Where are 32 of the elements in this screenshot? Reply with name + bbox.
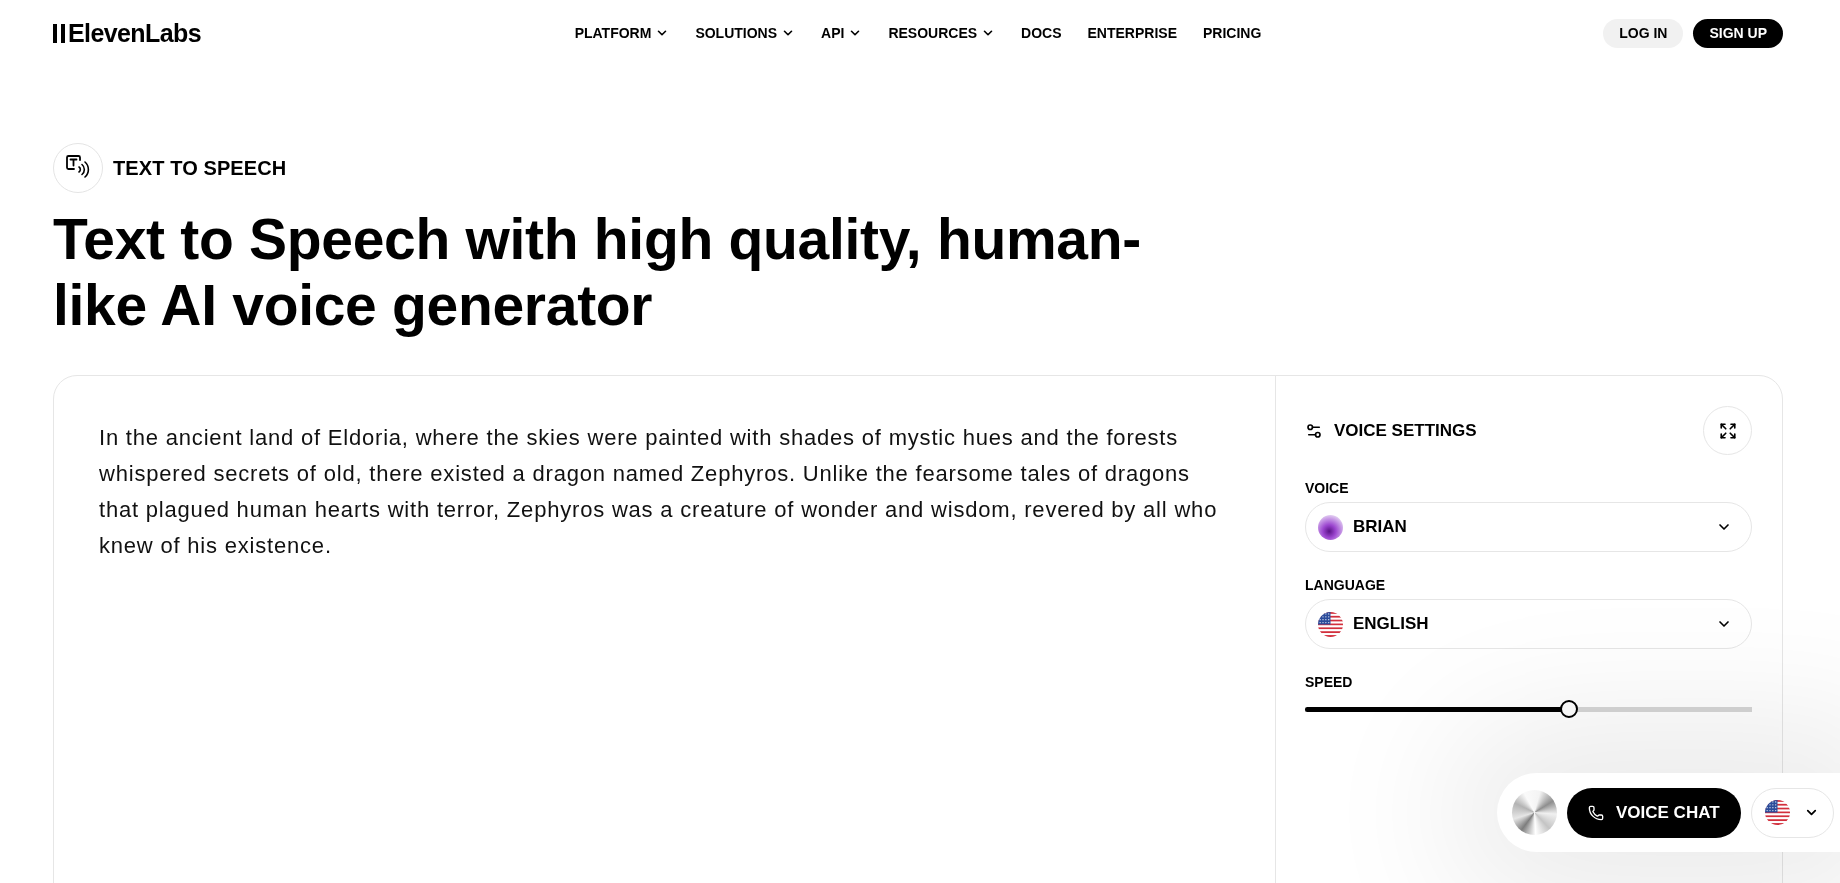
section-label: TEXT TO SPEECH <box>113 156 287 180</box>
nav-link[interactable]: PRICING <box>1203 25 1262 41</box>
nav-link[interactable]: PLATFORM <box>574 25 670 41</box>
text-input[interactable]: In the ancient land of Eldoria, where the skies were painted with shades of mystic hues and the forests whispered secrets of old, there existed a dragon named Zephyros. Unlike the fearsome tales of dragons that plagued human hearts with terror, Zephyros was a creature of wonder and wisdom, revered by all who knew of his existence. <box>99 420 1233 564</box>
field-label: LANGUAGE <box>1305 577 1386 593</box>
expand-button[interactable] <box>1703 406 1752 455</box>
voice-avatar-icon <box>1318 514 1343 540</box>
expand-icon <box>1718 421 1737 440</box>
voice-chat-button[interactable]: VOICE CHAT <box>1567 787 1741 838</box>
logo-mark-icon <box>53 23 66 43</box>
field-label: SPEED <box>1305 674 1353 690</box>
panel-title: VOICE SETTINGS <box>1334 420 1477 441</box>
sign-up-button[interactable]: SIGN UP <box>1693 18 1783 48</box>
slider-thumb[interactable] <box>1559 700 1578 718</box>
voice-select[interactable]: BRIAN <box>1305 502 1752 552</box>
us-flag-icon <box>1318 611 1343 637</box>
nav-link[interactable]: RESOURCES <box>888 25 996 41</box>
nav-link[interactable]: API <box>821 25 863 41</box>
settings-icon <box>1305 421 1323 440</box>
nav-link[interactable]: DOCS <box>1021 25 1062 41</box>
language-button[interactable] <box>1750 787 1834 838</box>
field-label: VOICE <box>1305 480 1349 496</box>
logo[interactable]: ElevenLabs <box>53 18 201 48</box>
page-title: Text to Speech with high quality, human-like AI voice generator <box>53 206 1142 338</box>
language-select[interactable]: ENGLISH <box>1305 599 1752 649</box>
log-in-button[interactable]: LOG IN <box>1603 18 1684 48</box>
us-flag-icon <box>1764 800 1790 825</box>
text-to-speech-icon <box>53 143 103 193</box>
orb-icon <box>1512 790 1557 835</box>
phone-icon <box>1588 804 1604 821</box>
nav-link[interactable]: ENTERPRISE <box>1087 25 1177 41</box>
nav-link[interactable]: SOLUTIONS <box>695 25 796 41</box>
